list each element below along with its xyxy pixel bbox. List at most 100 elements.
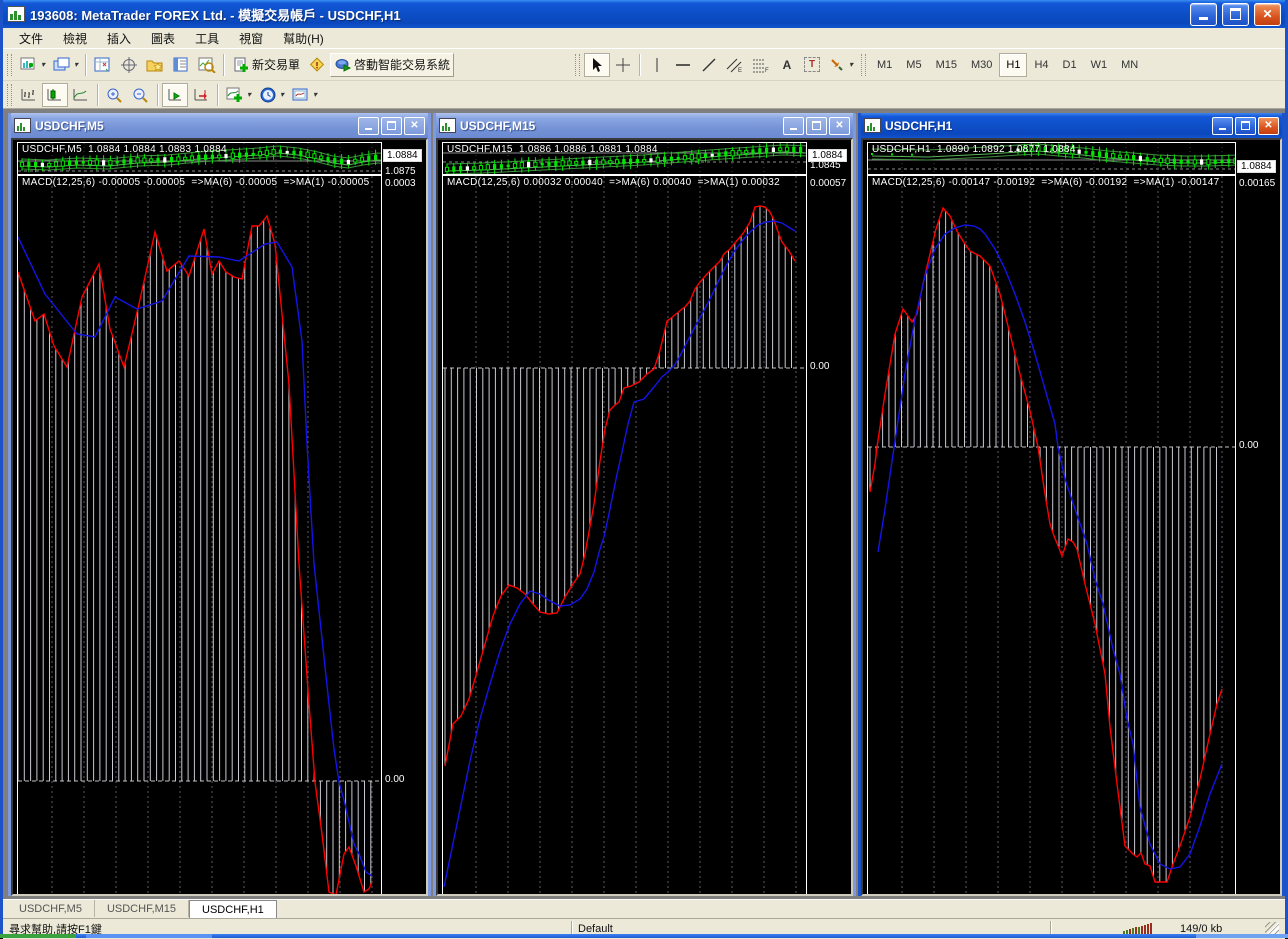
chart-window-title: USDCHF,M15 — [460, 119, 779, 133]
equidistant-channel-icon: E — [726, 56, 744, 74]
indicators-button[interactable]: ▾ — [222, 83, 255, 107]
toolbar-grip[interactable] — [861, 54, 866, 76]
navigator-button[interactable] — [142, 53, 168, 77]
close-button[interactable]: ✕ — [404, 117, 425, 135]
cursor-arrow-icon — [588, 56, 606, 74]
new-order-icon — [232, 56, 250, 74]
close-button[interactable]: ✕ — [829, 117, 850, 135]
period-m15-button[interactable]: M15 — [929, 53, 964, 77]
strategy-tester-button[interactable] — [194, 53, 220, 77]
tab-usdchf-m5[interactable]: USDCHF,M5 — [7, 900, 95, 917]
zoom-in-button[interactable] — [102, 83, 128, 107]
minimize-button[interactable] — [358, 117, 379, 135]
tab-usdchf-m15[interactable]: USDCHF,M15 — [95, 900, 189, 917]
zoom-out-button[interactable] — [128, 83, 154, 107]
line-studies-toolbar: E F A T ▾ M1 M5 M15 M30 H1 H4 D1 W1 MN — [571, 49, 1145, 80]
new-chart-button[interactable]: ▾ — [16, 53, 49, 77]
chart-body: USDCHF,M15 1.0886 1.0886 1.0881 1.0884 M… — [436, 138, 853, 896]
toolbar-grip[interactable] — [7, 84, 12, 106]
terminal-button[interactable] — [168, 53, 194, 77]
menu-help[interactable]: 幫助(H) — [273, 28, 334, 49]
bar-chart-button[interactable] — [16, 83, 42, 107]
text-label-icon: T — [804, 57, 820, 72]
windows-taskbar[interactable] — [0, 934, 1288, 938]
metaeditor-button[interactable] — [304, 53, 330, 77]
period-w1-button[interactable]: W1 — [1084, 53, 1115, 77]
current-price-box: 1.0884 — [808, 149, 847, 162]
chart-window-m5: USDCHF,M5 ✕ USDCHF,M5 1.0884 1.0884 1.08… — [8, 113, 431, 896]
templates-button[interactable]: ▾ — [288, 83, 321, 107]
market-watch-button[interactable] — [90, 53, 116, 77]
period-m30-button[interactable]: M30 — [964, 53, 999, 77]
start-button-edge[interactable] — [0, 934, 76, 938]
channel-tool-button[interactable]: E — [722, 53, 748, 77]
period-m5-button[interactable]: M5 — [899, 53, 928, 77]
price-pane[interactable]: USDCHF,H1 1.0890 1.0892 1.0877 1.0884 — [867, 142, 1236, 175]
new-order-label: 新交易單 — [252, 56, 300, 73]
cursor-tool-button[interactable] — [584, 53, 610, 77]
macd-pane[interactable]: MACD(12,25,6) -0.00147 -0.00192 =>MA(6) … — [867, 175, 1236, 894]
candlestick-chart-button[interactable] — [42, 83, 68, 107]
minimize-button[interactable] — [1190, 3, 1217, 26]
fibonacci-tool-button[interactable]: F — [748, 53, 774, 77]
auto-scroll-button[interactable] — [162, 83, 188, 107]
maximize-button[interactable] — [381, 117, 402, 135]
title-bar[interactable]: 193608: MetaTrader FOREX Ltd. - 模擬交易帳戶 -… — [3, 0, 1285, 28]
new-order-button[interactable]: 新交易單 — [228, 53, 304, 77]
vertical-line-tool-button[interactable] — [644, 53, 670, 77]
macd-pane[interactable]: MACD(12,25,6) 0.00032 0.00040 =>MA(6) 0.… — [442, 175, 807, 894]
expert-advisor-button[interactable]: 啓動智能交易系統 — [330, 53, 454, 77]
trendline-tool-button[interactable] — [696, 53, 722, 77]
menu-view[interactable]: 檢視 — [53, 28, 97, 49]
chart-title-bar[interactable]: USDCHF,M5 ✕ — [11, 113, 428, 138]
maximize-button[interactable] — [806, 117, 827, 135]
price-pane[interactable]: USDCHF,M5 1.0884 1.0884 1.0883 1.0884 — [17, 142, 382, 175]
chart-title-bar[interactable]: USDCHF,H1 ✕ — [861, 113, 1282, 138]
maximize-button[interactable] — [1235, 117, 1256, 135]
text-label-tool-button[interactable]: T — [800, 53, 824, 77]
period-h1-button[interactable]: H1 — [999, 53, 1027, 77]
charts-toolbar: ▾ ▾ ▾ — [3, 81, 1285, 109]
close-button[interactable]: ✕ — [1258, 117, 1279, 135]
text-tool-button[interactable]: A — [774, 53, 800, 77]
arrows-tool-button[interactable]: ▾ — [824, 53, 857, 77]
line-chart-button[interactable] — [68, 83, 94, 107]
period-d1-button[interactable]: D1 — [1056, 53, 1084, 77]
profiles-button[interactable]: ▾ — [49, 53, 82, 77]
taskbar-app-button[interactable] — [86, 934, 212, 938]
price-scale: 1.0875 1.0884 0.0003 0.00 — [382, 140, 426, 894]
chart-window-title: USDCHF,M5 — [35, 119, 354, 133]
macd-pane[interactable]: MACD(12,25,6) -0.00005 -0.00005 =>MA(6) … — [17, 175, 382, 894]
maximize-button[interactable] — [1222, 3, 1249, 26]
arrows-icon — [828, 56, 846, 74]
menu-tools[interactable]: 工具 — [185, 28, 229, 49]
menu-insert[interactable]: 插入 — [97, 28, 141, 49]
toolbar-separator — [97, 84, 99, 106]
minimize-button[interactable] — [1212, 117, 1233, 135]
price-pane[interactable]: USDCHF,M15 1.0886 1.0886 1.0881 1.0884 — [442, 142, 807, 175]
price-scale: 1.0848 1.0884 0.00165 0.00 — [1236, 140, 1280, 894]
minimize-button[interactable] — [783, 117, 804, 135]
period-h4-button[interactable]: H4 — [1027, 53, 1055, 77]
macd-zero-label: 0.00 — [385, 774, 404, 785]
horizontal-line-tool-button[interactable] — [670, 53, 696, 77]
chart-title-bar[interactable]: USDCHF,M15 ✕ — [436, 113, 853, 138]
close-button[interactable]: ✕ — [1254, 3, 1281, 26]
toolbar-grip[interactable] — [575, 54, 580, 76]
menu-window[interactable]: 視窗 — [229, 28, 273, 49]
chevron-down-icon: ▾ — [280, 90, 284, 99]
menu-file[interactable]: 文件 — [9, 28, 53, 49]
period-m1-button[interactable]: M1 — [870, 53, 899, 77]
toolbar-grip[interactable] — [7, 54, 12, 76]
tab-usdchf-h1[interactable]: USDCHF,H1 — [189, 900, 277, 918]
crosshair-tool-button[interactable] — [610, 53, 636, 77]
periods-button[interactable]: ▾ — [255, 83, 288, 107]
period-mn-button[interactable]: MN — [1114, 53, 1145, 77]
data-window-button[interactable] — [116, 53, 142, 77]
system-tray-edge — [1196, 934, 1288, 938]
auto-scroll-icon — [166, 86, 184, 104]
line-chart-icon — [72, 86, 90, 104]
chart-body: USDCHF,H1 1.0890 1.0892 1.0877 1.0884 MA… — [861, 138, 1282, 896]
menu-charts[interactable]: 圖表 — [141, 28, 185, 49]
chart-shift-button[interactable] — [188, 83, 214, 107]
